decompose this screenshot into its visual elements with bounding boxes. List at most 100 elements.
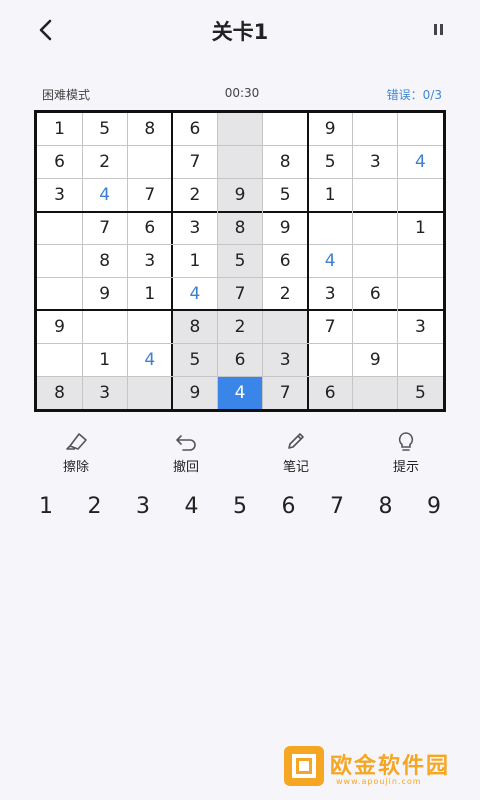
number-button-1[interactable]: 1	[22, 490, 70, 524]
grid-line	[37, 276, 443, 278]
board-cell[interactable]: 6	[217, 343, 263, 377]
board-cell[interactable]	[398, 343, 443, 376]
board-cell[interactable]: 4	[217, 376, 263, 409]
board-cell[interactable]: 7	[217, 277, 263, 311]
board-cell[interactable]: 6	[37, 146, 82, 179]
board-cell[interactable]	[308, 343, 353, 376]
board-cell[interactable]: 8	[217, 211, 263, 245]
board-cell[interactable]: 7	[308, 310, 353, 343]
board-cell[interactable]: 6	[307, 376, 353, 409]
board-cell[interactable]: 5	[82, 113, 127, 146]
board-cell[interactable]	[353, 245, 398, 278]
board-cell[interactable]: 8	[172, 310, 218, 344]
board-cell[interactable]	[353, 113, 398, 146]
board-cell[interactable]: 8	[82, 245, 127, 278]
board-cell[interactable]: 6	[353, 277, 398, 310]
board-cell[interactable]: 4	[398, 146, 443, 179]
board-cell[interactable]	[127, 376, 173, 409]
board-cell[interactable]	[352, 376, 398, 409]
board-cell[interactable]: 6	[172, 113, 217, 146]
board-cell[interactable]: 1	[82, 343, 127, 376]
board-cell[interactable]: 9	[353, 343, 398, 376]
board-cell[interactable]: 1	[127, 277, 172, 310]
board-cell[interactable]: 5	[397, 376, 443, 409]
board-cell[interactable]	[37, 212, 82, 245]
board-cell[interactable]: 9	[217, 178, 263, 212]
board-cell[interactable]	[398, 245, 443, 278]
pause-button[interactable]	[430, 22, 446, 38]
board-cell[interactable]: 2	[263, 277, 308, 310]
number-button-8[interactable]: 8	[362, 490, 410, 524]
board-cell[interactable]: 3	[127, 245, 172, 278]
board-cell[interactable]: 5	[172, 343, 218, 377]
board-cell[interactable]: 9	[82, 277, 127, 310]
grid-line	[171, 113, 174, 409]
notes-button[interactable]: 笔记	[256, 430, 336, 475]
board-cell[interactable]: 7	[127, 179, 172, 212]
board-cell[interactable]: 8	[127, 113, 172, 146]
board-cell[interactable]: 4	[82, 179, 127, 212]
undo-button[interactable]: 撤回	[146, 430, 226, 475]
board-cell[interactable]	[353, 179, 398, 212]
board-cell[interactable]	[353, 310, 398, 343]
board-cell[interactable]: 8	[37, 376, 83, 409]
number-button-4[interactable]: 4	[168, 490, 216, 524]
board-cell[interactable]	[217, 145, 263, 179]
board-cell[interactable]	[82, 310, 127, 343]
board-cell[interactable]: 6	[263, 245, 308, 278]
number-button-9[interactable]: 9	[410, 490, 458, 524]
board-cell[interactable]: 7	[172, 146, 217, 179]
board-cell[interactable]: 9	[172, 376, 218, 409]
board-cell[interactable]: 8	[263, 146, 308, 179]
board-cell[interactable]: 7	[262, 376, 308, 409]
board-cell[interactable]	[398, 277, 443, 310]
board-cell[interactable]: 9	[263, 212, 308, 245]
eraser-icon	[66, 433, 87, 450]
board-cell[interactable]: 2	[172, 179, 217, 212]
number-button-7[interactable]: 7	[313, 490, 361, 524]
board-cell[interactable]	[398, 113, 443, 146]
board-cell[interactable]: 4	[172, 277, 217, 310]
board-cell[interactable]	[37, 343, 82, 376]
board-cell[interactable]: 4	[308, 245, 353, 278]
number-button-5[interactable]: 5	[216, 490, 264, 524]
board-cell[interactable]: 4	[127, 343, 172, 376]
board-cell[interactable]: 1	[37, 113, 82, 146]
board-cell[interactable]: 5	[263, 179, 308, 212]
board-cell[interactable]: 3	[398, 310, 443, 343]
board-cell[interactable]: 9	[37, 310, 82, 343]
board-cell[interactable]	[127, 310, 172, 343]
board-cell[interactable]: 3	[37, 179, 82, 212]
board-cell[interactable]	[217, 113, 263, 146]
grid-line	[37, 375, 443, 377]
number-button-6[interactable]: 6	[265, 490, 313, 524]
number-button-2[interactable]: 2	[71, 490, 119, 524]
board-cell[interactable]: 3	[82, 376, 128, 409]
board-cell[interactable]: 2	[82, 146, 127, 179]
board-cell[interactable]: 3	[172, 212, 217, 245]
board-cell[interactable]: 9	[308, 113, 353, 146]
board-cell[interactable]	[353, 212, 398, 245]
board-cell[interactable]	[263, 113, 308, 146]
board-cell[interactable]	[398, 179, 443, 212]
board-cell[interactable]: 2	[217, 310, 263, 344]
board-cell[interactable]: 6	[127, 212, 172, 245]
board-cell[interactable]: 3	[308, 277, 353, 310]
board-cell[interactable]: 7	[82, 212, 127, 245]
hint-button[interactable]: 提示	[366, 430, 446, 475]
board-cell[interactable]	[37, 277, 82, 310]
board-cell[interactable]: 5	[217, 244, 263, 278]
board-cell[interactable]	[308, 212, 353, 245]
number-button-3[interactable]: 3	[119, 490, 167, 524]
board-cell[interactable]	[127, 146, 172, 179]
board-cell[interactable]: 1	[398, 212, 443, 245]
board-cell[interactable]	[262, 310, 308, 344]
erase-button[interactable]: 擦除	[36, 430, 116, 475]
board-cell[interactable]: 3	[262, 343, 308, 377]
board-cell[interactable]: 5	[308, 146, 353, 179]
board-cell[interactable]: 1	[308, 179, 353, 212]
board-cell[interactable]	[37, 245, 82, 278]
board-cell[interactable]: 1	[172, 245, 217, 278]
grid-line	[37, 342, 443, 344]
board-cell[interactable]: 3	[353, 146, 398, 179]
